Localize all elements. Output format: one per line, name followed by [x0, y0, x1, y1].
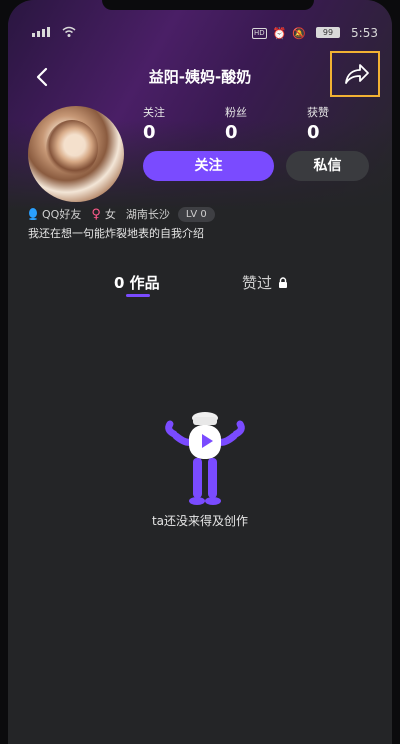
camera-notch [102, 0, 314, 10]
stat-fans[interactable]: 粉丝 0 [225, 104, 247, 143]
wifi-icon [62, 26, 76, 37]
stat-value: 0 [225, 122, 238, 143]
stat-likes[interactable]: 获赞 0 [307, 104, 329, 143]
location-label: 湖南长沙 [125, 208, 170, 221]
phone-screen: HD ⏰ 🔕 99 5:53 益阳-姨妈-酸奶 关注 0 粉丝 0 获赞 0 关… [8, 0, 392, 744]
stat-value: 0 [143, 122, 156, 143]
profile-info-row: QQ好友 ♀ 女 湖南长沙 LV 0 [28, 206, 215, 222]
signal-icon [32, 27, 50, 37]
friend-source: QQ好友 [42, 208, 82, 221]
status-icons: HD ⏰ 🔕 [251, 27, 306, 40]
stat-following[interactable]: 关注 0 [143, 104, 165, 143]
follow-button[interactable]: 关注 [143, 151, 274, 181]
hd-icon: HD [251, 28, 267, 39]
share-button[interactable] [330, 51, 380, 97]
message-button[interactable]: 私信 [286, 151, 369, 181]
alarm-icon: ⏰ [272, 27, 287, 40]
avatar[interactable] [28, 106, 124, 202]
self-intro: 我还在想一句能炸裂地表的自我介绍 [28, 227, 204, 240]
lock-icon [279, 277, 288, 288]
gender-label: 女 [104, 208, 116, 221]
level-badge: LV 0 [177, 206, 215, 222]
status-bar: HD ⏰ 🔕 99 5:53 [8, 24, 392, 44]
tab-liked-label: 赞过 [242, 274, 273, 292]
qq-icon [29, 208, 37, 220]
tab-works-label: 0 作品 [114, 274, 160, 292]
empty-state-text: ta还没来得及创作 [151, 514, 249, 528]
share-icon [345, 64, 369, 84]
active-tab-indicator [126, 294, 150, 297]
status-time: 5:53 [351, 26, 378, 40]
tab-works[interactable]: 0 作品 [114, 272, 160, 297]
empty-state-illustration [165, 412, 245, 505]
stat-label: 获赞 [307, 106, 329, 119]
stat-label: 粉丝 [225, 106, 247, 119]
stat-value: 0 [307, 122, 320, 143]
tab-liked[interactable]: 赞过 [242, 272, 288, 293]
battery-indicator: 99 [316, 27, 340, 38]
stat-label: 关注 [143, 106, 165, 119]
mute-icon: 🔕 [292, 27, 306, 40]
female-icon: ♀ [91, 206, 101, 222]
